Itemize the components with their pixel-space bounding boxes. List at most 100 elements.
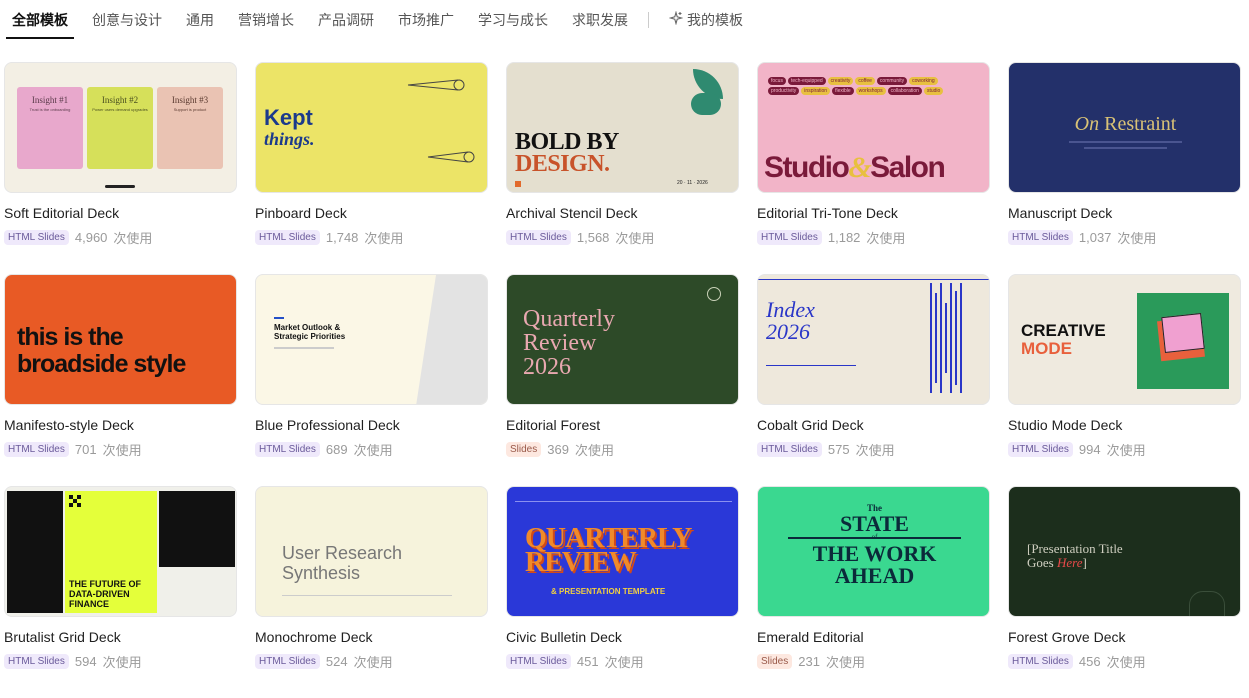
thumb-text: broadside style: [17, 350, 186, 378]
tab-general[interactable]: 通用: [174, 1, 226, 39]
template-meta: HTML Slides 994 次使用: [1008, 440, 1241, 459]
tab-product-research[interactable]: 产品调研: [306, 1, 386, 39]
template-title: Editorial Tri-Tone Deck: [757, 205, 898, 221]
usage-count: 1,748: [325, 230, 359, 245]
tag-chip: tech-equipped: [787, 77, 826, 85]
category-tabs: 全部模板 创意与设计 通用 营销增长 产品调研 市场推广 学习与成长 求职发展 …: [0, 0, 1249, 40]
template-card[interactable]: BOLD BY DESIGN. 20 · 11 · 2026 Archival …: [506, 62, 739, 274]
template-meta: HTML Slides 689 次使用: [255, 440, 488, 459]
type-badge: HTML Slides: [1008, 654, 1073, 669]
thumb-text: 2026: [766, 319, 810, 344]
tab-all-templates[interactable]: 全部模板: [0, 1, 80, 39]
tag-chip: community: [876, 77, 908, 85]
template-meta: HTML Slides 451 次使用: [506, 652, 739, 671]
usage-count: 994: [1078, 442, 1101, 457]
template-meta: HTML Slides 594 次使用: [4, 652, 237, 671]
tab-market-promotion[interactable]: 市场推广: [386, 1, 466, 39]
template-meta: HTML Slides 456 次使用: [1008, 652, 1241, 671]
thumb-text: Trust is the onboarding: [29, 107, 71, 112]
type-badge: HTML Slides: [4, 442, 69, 457]
template-thumbnail: Index 2026: [757, 274, 990, 405]
template-thumbnail: this is the broadside style: [4, 274, 237, 405]
template-title: Blue Professional Deck: [255, 417, 400, 433]
type-badge: HTML Slides: [1008, 230, 1073, 245]
thumb-text: Review: [523, 330, 597, 356]
type-badge: HTML Slides: [4, 654, 69, 669]
template-card[interactable]: Market Outlook & Strategic Priorities Bl…: [255, 274, 488, 486]
thumb-text: things.: [264, 129, 315, 149]
thumb-text: User Research: [282, 543, 403, 563]
usage-suffix: 次使用: [102, 655, 142, 670]
tab-career[interactable]: 求职发展: [560, 1, 640, 39]
thumb-text: Insight #1: [31, 95, 69, 105]
template-meta: HTML Slides 1,182 次使用: [757, 228, 990, 247]
template-title: Soft Editorial Deck: [4, 205, 120, 221]
template-title: Monochrome Deck: [255, 629, 373, 645]
type-badge: HTML Slides: [506, 654, 571, 669]
thumb-text: Here: [1056, 555, 1083, 570]
tab-marketing-growth[interactable]: 营销增长: [226, 1, 306, 39]
usage-count: 231: [798, 654, 820, 669]
usage-suffix: 次使用: [353, 655, 393, 670]
thumb-text: of: [871, 533, 878, 541]
barcode-graphic: [930, 283, 962, 393]
template-thumbnail: Kept things.: [255, 62, 488, 193]
usage-suffix: 次使用: [353, 443, 393, 458]
template-meta: HTML Slides 701 次使用: [4, 440, 237, 459]
thumb-text: Salon: [870, 151, 946, 184]
template-card[interactable]: Insight #1 Insight #2 Insight #3 Trust i…: [4, 62, 237, 274]
type-badge: HTML Slides: [4, 230, 69, 245]
template-thumbnail: User Research Synthesis: [255, 486, 488, 617]
tab-my-templates-label: 我的模板: [687, 12, 743, 28]
thumb-text: AHEAD: [834, 563, 915, 588]
template-card[interactable]: The STATE of THE WORK AHEAD Emerald Edit…: [757, 486, 990, 698]
usage-suffix: 次使用: [615, 231, 655, 246]
template-card[interactable]: this is the broadside style Manifesto-st…: [4, 274, 237, 486]
tab-learning-growth[interactable]: 学习与成长: [466, 1, 560, 39]
usage-count: 1,182: [827, 230, 861, 245]
template-title: Brutalist Grid Deck: [4, 629, 121, 645]
tag-chip: productivity: [768, 87, 800, 95]
usage-count: 701: [74, 442, 97, 457]
tag-chip: flexible: [832, 87, 854, 95]
type-badge: HTML Slides: [255, 230, 320, 245]
template-title: Forest Grove Deck: [1008, 629, 1126, 645]
usage-suffix: 次使用: [1117, 231, 1157, 246]
template-card[interactable]: focus tech-equipped creativity coffee co…: [757, 62, 990, 274]
thumb-text: CREATIVE: [1021, 321, 1106, 340]
thumb-text: 20 · 11 · 2026: [677, 180, 708, 186]
template-card[interactable]: On Restraint Manuscript Deck HTML Slides…: [1008, 62, 1241, 274]
thumb-text: ]: [1082, 555, 1087, 570]
template-card[interactable]: User Research Synthesis Monochrome Deck …: [255, 486, 488, 698]
template-card[interactable]: Kept things. Pinboard Deck HTML Slides 1…: [255, 62, 488, 274]
template-thumbnail: [Presentation Title Goes Here]: [1008, 486, 1241, 617]
template-meta: HTML Slides 575 次使用: [757, 440, 990, 459]
usage-suffix: 次使用: [855, 443, 895, 458]
template-thumbnail: focus tech-equipped creativity coffee co…: [757, 62, 990, 193]
template-card[interactable]: Index 2026 Cobalt Grid Deck HTML Slides …: [757, 274, 990, 486]
template-card[interactable]: [Presentation Title Goes Here] Forest Gr…: [1008, 486, 1241, 698]
checker-icon: [69, 495, 81, 507]
template-card[interactable]: THE FUTURE OF DATA-DRIVEN FINANCE Brutal…: [4, 486, 237, 698]
template-meta: HTML Slides 1,568 次使用: [506, 228, 739, 247]
thumb-text: 2026: [523, 354, 571, 380]
tag-chip: studio: [923, 87, 944, 95]
template-card[interactable]: QUARTERLY REVIEW & PRESENTATION TEMPLATE…: [506, 486, 739, 698]
sparkle-plus-icon: [668, 1, 684, 39]
usage-suffix: 次使用: [604, 655, 644, 670]
type-badge: HTML Slides: [1008, 442, 1073, 457]
tag-chip: creativity: [827, 77, 854, 85]
type-badge: HTML Slides: [255, 442, 320, 457]
template-card[interactable]: CREATIVE MODE Studio Mode Deck HTML Slid…: [1008, 274, 1241, 486]
template-card[interactable]: Quarterly Review 2026 Editorial Forest S…: [506, 274, 739, 486]
template-thumbnail: Market Outlook & Strategic Priorities: [255, 274, 488, 405]
tab-my-templates[interactable]: 我的模板: [657, 1, 755, 39]
tab-creative-design[interactable]: 创意与设计: [80, 1, 174, 39]
template-title: Manuscript Deck: [1008, 205, 1113, 221]
thumb-text: FINANCE: [69, 599, 109, 609]
safety-pin-icon: [407, 79, 465, 91]
usage-count: 456: [1078, 654, 1101, 669]
thumb-text: Strategic Priorities: [274, 332, 346, 341]
usage-count: 1,568: [576, 230, 610, 245]
template-title: Cobalt Grid Deck: [757, 417, 864, 433]
